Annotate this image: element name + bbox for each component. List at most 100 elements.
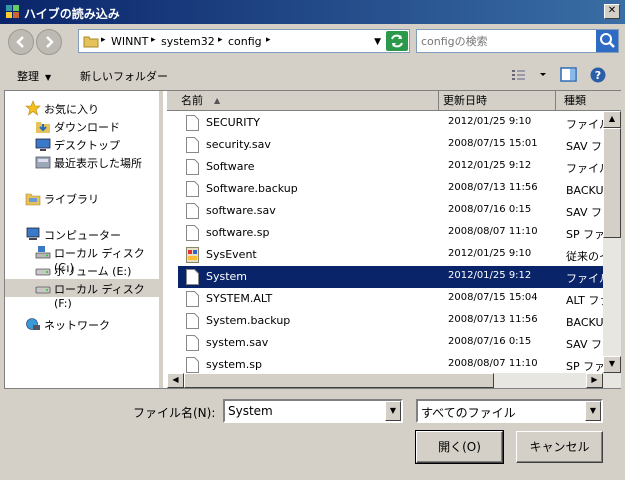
column-header-name[interactable]: 名前 xyxy=(167,91,439,111)
scroll-up-icon[interactable]: ▲ xyxy=(603,111,621,128)
table-row[interactable]: SysEvent 2012/01/25 9:10 従来のイベント ログ xyxy=(178,244,603,266)
address-dropdown-icon[interactable]: ▼ xyxy=(374,37,381,47)
horizontal-scrollbar[interactable]: ◀ ▶ xyxy=(167,373,621,388)
sidebar-item-libraries[interactable]: ライブラリ xyxy=(5,189,159,207)
details-view-icon xyxy=(512,70,546,80)
star-icon xyxy=(25,100,41,116)
svg-text:?: ? xyxy=(595,69,601,82)
sidebar-item-favorites[interactable]: お気に入り xyxy=(5,99,159,117)
organize-label: 整理 xyxy=(17,70,39,83)
chevron-down-icon: ▼ xyxy=(45,73,52,82)
vertical-scrollbar[interactable]: ▲ ▼ xyxy=(603,111,621,373)
crumb-separator-icon: ▸ xyxy=(101,35,106,45)
sort-ascending-icon: ▲ xyxy=(214,96,221,105)
table-row[interactable]: System.backup 2008/07/13 11:56 BACKUP ファ… xyxy=(178,310,603,332)
network-icon xyxy=(26,318,40,330)
scroll-down-icon[interactable]: ▼ xyxy=(603,356,621,373)
refresh-icon xyxy=(391,34,403,48)
file-date: 2012/01/25 9:12 xyxy=(448,160,532,171)
event-log-icon xyxy=(186,247,199,263)
table-row[interactable]: System 2012/01/25 9:12 ファイル xyxy=(178,266,603,288)
preview-pane-icon xyxy=(560,67,577,82)
sidebar-item-recent[interactable]: 最近表示した場所 xyxy=(5,153,159,171)
preview-pane-button[interactable] xyxy=(560,66,578,87)
column-header-type[interactable]: 種類 xyxy=(556,91,621,111)
sidebar-item-local-disk-f[interactable]: ローカル ディスク (F:) xyxy=(5,279,159,310)
file-date: 2008/07/13 11:56 xyxy=(448,314,538,325)
column-label: 種類 xyxy=(564,94,586,107)
new-folder-button[interactable]: 新しいフォルダー xyxy=(80,68,168,84)
sidebar-item-computer[interactable]: コンピューター xyxy=(5,225,159,243)
view-options-button[interactable] xyxy=(510,66,550,87)
navigation-bar: ▸ WINNT ▸ system32 ▸ config ▸ ▼ xyxy=(0,24,625,60)
recent-places-icon xyxy=(35,156,51,169)
back-arrow-icon xyxy=(16,36,24,48)
search-button[interactable] xyxy=(596,30,618,52)
crumb-separator-icon[interactable]: ▸ xyxy=(266,35,271,45)
vertical-scroll-thumb[interactable] xyxy=(603,128,621,238)
file-name: security.sav xyxy=(206,138,271,151)
crumb-separator-icon[interactable]: ▸ xyxy=(218,35,223,45)
table-row[interactable]: software.sav 2008/07/16 0:15 SAV ファイル xyxy=(178,200,603,222)
file-name: SECURITY xyxy=(206,116,260,129)
back-button[interactable] xyxy=(8,29,34,55)
file-type: SP ファイル xyxy=(566,360,603,373)
file-date: 2008/08/07 11:10 xyxy=(448,358,538,369)
title-bar[interactable]: ハイブの読み込み ✕ xyxy=(0,0,625,24)
file-icon xyxy=(186,225,199,241)
file-icon xyxy=(186,181,199,197)
table-row[interactable]: Software 2012/01/25 9:12 ファイル xyxy=(178,156,603,178)
sidebar-item-volume-e[interactable]: ボリューム (E:) xyxy=(5,261,159,279)
download-folder-icon xyxy=(36,122,50,133)
filter-value: すべてのファイル xyxy=(421,406,516,420)
file-name: software.sp xyxy=(206,226,270,239)
sidebar-item-desktop[interactable]: デスクトップ xyxy=(5,135,159,153)
crumb-system32[interactable]: system32 xyxy=(161,35,215,48)
open-button[interactable]: 開く(O) xyxy=(415,430,504,464)
sidebar-label: 最近表示した場所 xyxy=(54,157,142,170)
table-row[interactable]: SECURITY 2012/01/25 9:10 ファイル xyxy=(178,112,603,134)
scroll-left-icon[interactable]: ◀ xyxy=(167,373,184,388)
search-input[interactable] xyxy=(421,33,591,49)
table-row[interactable]: system.sav 2008/07/16 0:15 SAV ファイル xyxy=(178,332,603,354)
sidebar-label: ダウンロード xyxy=(54,121,120,134)
chevron-down-icon[interactable]: ▼ xyxy=(585,401,601,421)
file-date: 2008/07/15 15:04 xyxy=(448,292,538,303)
sidebar-label: コンピューター xyxy=(44,229,121,242)
close-button[interactable]: ✕ xyxy=(604,4,620,19)
scroll-right-icon[interactable]: ▶ xyxy=(586,373,603,388)
help-button[interactable]: ? xyxy=(589,66,607,87)
file-name: system.sp xyxy=(206,358,262,371)
file-date: 2008/07/13 11:56 xyxy=(448,182,538,193)
chevron-down-icon[interactable]: ▼ xyxy=(385,401,401,421)
table-row[interactable]: Software.backup 2008/07/13 11:56 BACKUP … xyxy=(178,178,603,200)
organize-button[interactable]: 整理 ▼ xyxy=(17,68,51,84)
crumb-winnt[interactable]: WINNT xyxy=(111,35,148,48)
file-date: 2012/01/25 9:10 xyxy=(448,116,532,127)
system-drive-icon xyxy=(35,246,51,259)
file-icon xyxy=(186,291,199,307)
table-row[interactable]: SYSTEM.ALT 2008/07/15 15:04 ALT ファイル xyxy=(178,288,603,310)
file-rows: SECURITY 2012/01/25 9:10 ファイル security.s… xyxy=(167,111,603,373)
table-row[interactable]: software.sp 2008/08/07 11:10 SP ファイル xyxy=(178,222,603,244)
table-row[interactable]: security.sav 2008/07/15 15:01 SAV ファイル xyxy=(178,134,603,156)
column-header-date[interactable]: 更新日時 xyxy=(439,91,556,111)
table-row[interactable]: system.sp 2008/08/07 11:10 SP ファイル xyxy=(178,354,603,373)
address-bar[interactable]: ▸ WINNT ▸ system32 ▸ config ▸ ▼ xyxy=(78,29,410,53)
sidebar-item-network[interactable]: ネットワーク xyxy=(5,315,159,333)
file-type: SP ファイル xyxy=(566,228,603,241)
filename-combobox[interactable]: System ▼ xyxy=(223,399,403,423)
file-type-filter[interactable]: すべてのファイル ▼ xyxy=(416,399,603,423)
file-type: 従来のイベント ログ xyxy=(566,250,603,263)
forward-button[interactable] xyxy=(36,29,62,55)
sidebar-item-downloads[interactable]: ダウンロード xyxy=(5,117,159,135)
sidebar-item-local-disk-c[interactable]: ローカル ディスク (C:) xyxy=(5,243,159,274)
sidebar-label: デスクトップ xyxy=(54,139,120,152)
search-box[interactable] xyxy=(416,29,619,53)
refresh-button[interactable] xyxy=(386,31,408,51)
cancel-button[interactable]: キャンセル xyxy=(516,431,603,463)
crumb-config[interactable]: config xyxy=(228,35,262,48)
file-type: SAV ファイル xyxy=(566,140,603,153)
horizontal-scroll-thumb[interactable] xyxy=(184,373,494,388)
crumb-separator-icon[interactable]: ▸ xyxy=(151,35,156,45)
